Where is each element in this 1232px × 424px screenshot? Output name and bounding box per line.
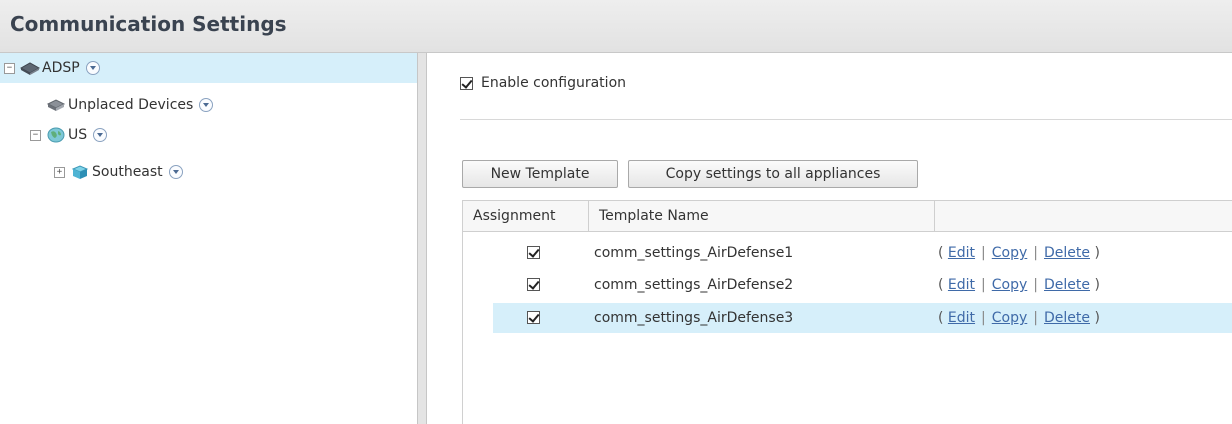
dropdown-arrow-icon[interactable]: [85, 61, 100, 75]
region-icon: [71, 165, 89, 179]
edit-link[interactable]: Edit: [948, 310, 975, 326]
devices-icon: [46, 99, 66, 111]
globe-icon: [47, 127, 65, 143]
divider: [460, 119, 1232, 120]
page-title: Communication Settings: [10, 12, 287, 36]
tree-node-southeast[interactable]: + Southeast: [54, 157, 183, 187]
template-name: comm_settings_AirDefense2: [594, 277, 794, 293]
edit-link[interactable]: Edit: [948, 277, 975, 293]
copy-link[interactable]: Copy: [992, 245, 1028, 261]
enable-configuration-row: Enable configuration: [460, 75, 626, 91]
table-row[interactable]: comm_settings_AirDefense1 ( Edit | Copy | De…: [493, 238, 1232, 268]
collapse-icon[interactable]: −: [4, 62, 15, 74]
enable-configuration-label: Enable configuration: [481, 75, 627, 91]
tree-node-us[interactable]: − US: [30, 120, 108, 150]
assignment-checkbox[interactable]: [527, 278, 540, 291]
tree-node-label: Southeast: [92, 164, 163, 180]
template-name: comm_settings_AirDefense3: [594, 310, 794, 326]
table-row[interactable]: comm_settings_AirDefense2 ( Edit | Copy | De…: [493, 270, 1232, 300]
tree-panel: − ADSP Unplaced Devices − US + Southeast: [0, 53, 417, 424]
row-actions: ( Edit | Copy | Delete ): [938, 245, 1100, 261]
dropdown-arrow-icon[interactable]: [199, 98, 214, 112]
copy-link[interactable]: Copy: [992, 310, 1028, 326]
settings-panel: Enable configuration New Template Copy s…: [428, 53, 1232, 424]
delete-link[interactable]: Delete: [1044, 277, 1090, 293]
row-actions: ( Edit | Copy | Delete ): [938, 310, 1100, 326]
column-header-template-name[interactable]: Template Name: [589, 201, 935, 231]
assignment-checkbox[interactable]: [527, 246, 540, 259]
copy-settings-button[interactable]: Copy settings to all appliances: [628, 160, 918, 188]
template-name: comm_settings_AirDefense1: [594, 245, 794, 261]
table-row-selected[interactable]: comm_settings_AirDefense3 ( Edit | Copy | De…: [493, 303, 1232, 333]
tree-node-unplaced-devices[interactable]: Unplaced Devices: [46, 90, 214, 120]
template-grid: Assignment Template Name comm_settings_A…: [462, 200, 1232, 424]
copy-link[interactable]: Copy: [992, 277, 1028, 293]
row-actions: ( Edit | Copy | Delete ): [938, 277, 1100, 293]
expand-icon[interactable]: +: [54, 166, 65, 178]
assignment-checkbox[interactable]: [527, 311, 540, 324]
column-header-assignment[interactable]: Assignment: [463, 201, 589, 231]
tree-node-label: ADSP: [42, 60, 80, 76]
collapse-icon[interactable]: −: [30, 129, 41, 141]
delete-link[interactable]: Delete: [1044, 310, 1090, 326]
new-template-button[interactable]: New Template: [462, 160, 618, 188]
panel-splitter[interactable]: [417, 53, 427, 424]
dropdown-arrow-icon[interactable]: [168, 165, 183, 179]
grid-header: Assignment Template Name: [463, 200, 1232, 232]
server-icon: [20, 62, 40, 75]
enable-configuration-checkbox[interactable]: [460, 76, 473, 90]
delete-link[interactable]: Delete: [1044, 245, 1090, 261]
edit-link[interactable]: Edit: [948, 245, 975, 261]
column-header-actions: [935, 201, 1232, 231]
dropdown-arrow-icon[interactable]: [93, 128, 108, 142]
tree-node-label: US: [68, 127, 88, 143]
tree-node-adsp[interactable]: − ADSP: [0, 53, 417, 83]
tree-node-label: Unplaced Devices: [68, 97, 194, 113]
title-bar: Communication Settings: [0, 0, 1232, 53]
